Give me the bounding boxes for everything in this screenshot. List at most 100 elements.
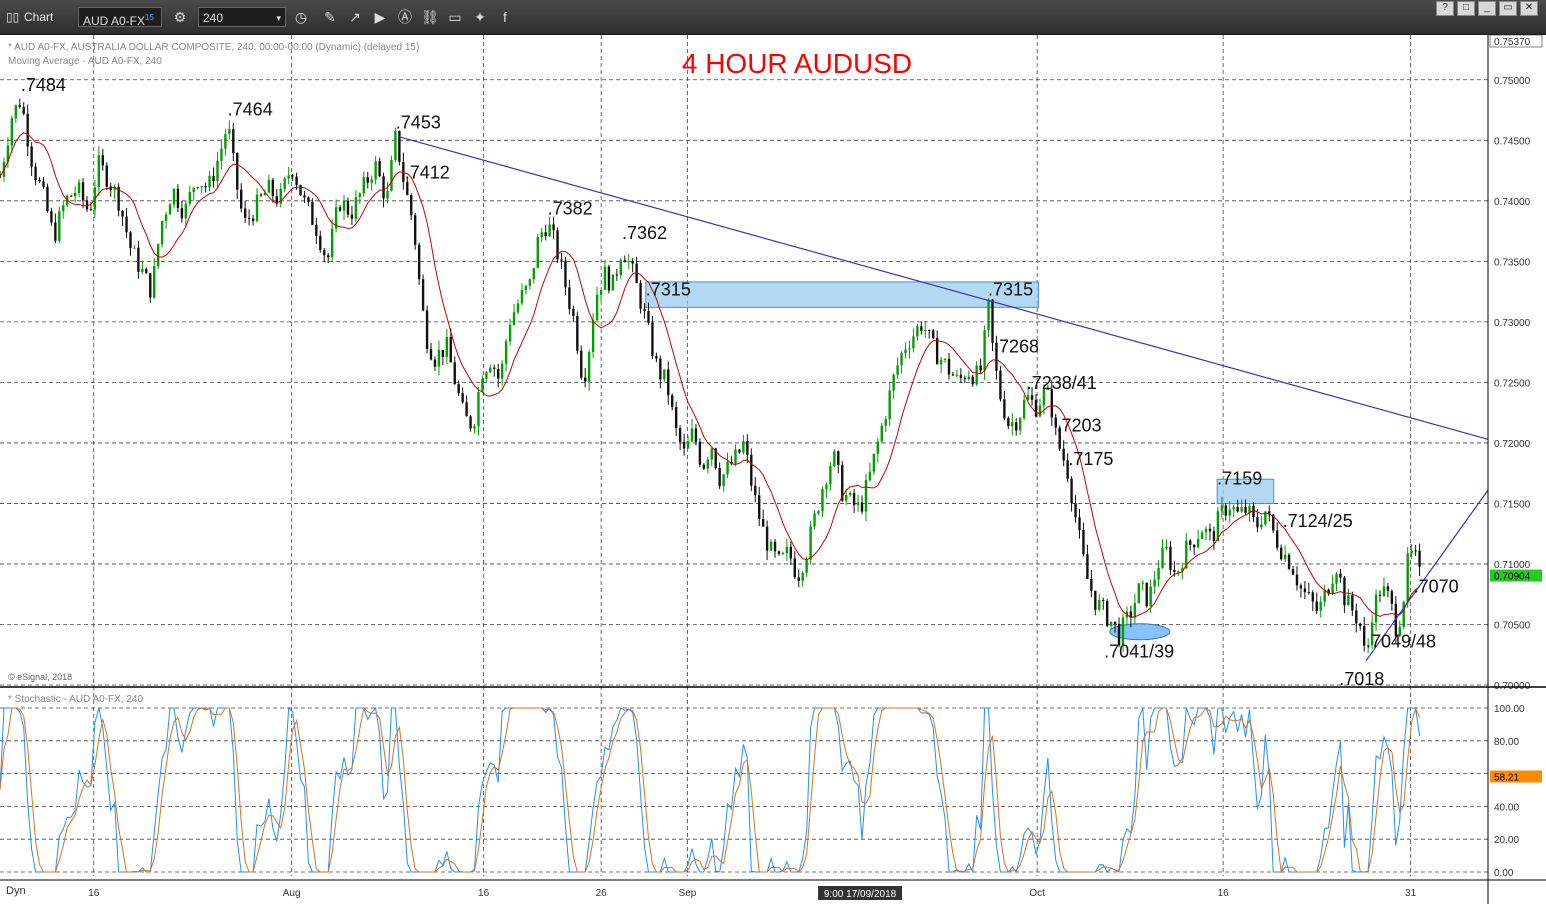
settings-icon[interactable]: ⚙	[171, 7, 189, 27]
x-tick-label: 26	[596, 888, 608, 899]
candle-body	[572, 308, 575, 316]
candle-body	[773, 541, 777, 552]
candle-body	[987, 299, 990, 331]
candle-body	[1161, 548, 1164, 568]
candle-body	[750, 454, 753, 486]
candle-body	[540, 232, 543, 238]
candle-body	[860, 502, 864, 512]
candle-body	[73, 192, 77, 197]
candle-body	[172, 188, 176, 205]
cursor-date-label: 9:00 17/09/2018	[824, 889, 897, 900]
candle-body	[1062, 448, 1065, 461]
comment-icon[interactable]: ▭	[446, 7, 464, 27]
detach-button[interactable]: □	[1457, 1, 1475, 16]
candle-body	[777, 551, 781, 554]
candle-body	[619, 260, 623, 276]
clock-icon[interactable]: ◷	[292, 7, 310, 27]
twitter-icon[interactable]: ✦	[471, 7, 489, 27]
candle-body	[643, 308, 646, 312]
facebook-icon[interactable]: f	[496, 7, 514, 27]
candle-body	[678, 428, 682, 442]
candle-body	[386, 190, 389, 199]
chart-info-line-1: * AUD A0-FX, AUSTRALIA DOLLAR COMPOSITE,…	[8, 42, 419, 53]
candle-body	[406, 181, 409, 195]
price-annotation: .7203	[1056, 415, 1101, 435]
close-button[interactable]: ✕	[1520, 1, 1538, 16]
play-icon[interactable]: ▶	[371, 7, 389, 27]
candle-body	[1078, 517, 1081, 530]
chart-info-line-2: Moving Average - AUD A0-FX, 240	[8, 56, 162, 67]
candle-body	[844, 495, 848, 501]
maximize-button[interactable]: ▭	[1499, 1, 1517, 16]
candle-body	[1244, 507, 1247, 513]
candle-body	[888, 390, 891, 419]
x-tick-label: 16	[88, 888, 100, 899]
alert-icon[interactable]: Ⓐ	[396, 7, 414, 27]
candle-body	[1113, 621, 1117, 624]
chart-area[interactable]: .7484 .7464 .7453 .7412 .7382 .7362 .7315 .7315…	[0, 34, 1546, 904]
stoch-y-tick-label: 80.00	[1494, 737, 1519, 748]
line-icon[interactable]: ↗	[346, 7, 364, 27]
candle-body	[765, 526, 769, 551]
candle-body	[1232, 506, 1235, 510]
candle-body	[14, 105, 18, 119]
candle-body	[797, 577, 800, 581]
candle-body	[342, 200, 346, 211]
price-annotation: .7315	[988, 280, 1033, 300]
candle-body	[702, 464, 706, 469]
candle-body	[247, 217, 251, 219]
candle-body	[105, 165, 108, 187]
candle-body	[421, 279, 425, 311]
candle-body	[133, 247, 136, 249]
candle-body	[908, 348, 911, 350]
support-resistance-zone	[645, 281, 1040, 308]
candle-body	[975, 365, 978, 385]
candle-body	[394, 131, 397, 160]
candle-body	[283, 178, 286, 189]
candle-body	[212, 176, 215, 182]
candle-body	[1022, 399, 1026, 419]
candle-body	[631, 260, 634, 264]
candle-body	[433, 359, 437, 367]
price-annotation: .7124/25	[1283, 511, 1353, 531]
candle-body	[1082, 529, 1085, 555]
candle-body	[1090, 579, 1093, 591]
stoch-y-tick-label: 20.00	[1494, 835, 1519, 846]
candle-body	[307, 197, 310, 203]
candle-body	[1236, 506, 1239, 512]
candle-body	[1086, 554, 1089, 580]
candle-body	[1299, 585, 1303, 589]
candle-body	[1307, 592, 1311, 594]
candle-body	[1189, 540, 1192, 545]
candle-body	[240, 189, 243, 209]
symbol-input[interactable]: AUD A0-FX15▾	[78, 7, 162, 46]
candle-body	[457, 384, 460, 394]
help-button[interactable]: ?	[1436, 1, 1454, 16]
candle-body	[1339, 573, 1342, 578]
y-top-label: 0.75370	[1494, 37, 1531, 48]
candle-body	[255, 194, 259, 222]
candle-body	[1169, 546, 1172, 570]
chart-svg[interactable]: .7484 .7464 .7453 .7412 .7382 .7362 .7315 .7315…	[0, 34, 1546, 904]
candle-body	[920, 326, 923, 331]
candle-body	[453, 362, 456, 385]
candle-body	[852, 492, 856, 506]
candle-body	[390, 159, 393, 191]
chart-icon[interactable]: ▯▯	[6, 7, 26, 27]
link-icon[interactable]: ⛓	[421, 7, 439, 27]
dyn-label[interactable]: Dyn	[6, 885, 26, 897]
candle-body	[651, 322, 654, 356]
x-tick-label: 31	[1405, 888, 1417, 899]
minimize-button[interactable]: _	[1478, 1, 1496, 16]
candle-body	[18, 105, 21, 107]
chevron-down-icon[interactable]: ▾	[276, 8, 281, 28]
pencil-icon[interactable]: ✎	[321, 7, 339, 27]
candle-body	[809, 526, 812, 560]
candle-body	[156, 244, 160, 267]
candle-body	[754, 485, 757, 496]
candle-body	[1240, 507, 1243, 512]
candle-body	[243, 208, 247, 218]
interval-input[interactable]: 240 ▾	[198, 7, 286, 27]
candle-body	[46, 186, 49, 212]
candle-body	[1347, 595, 1350, 606]
